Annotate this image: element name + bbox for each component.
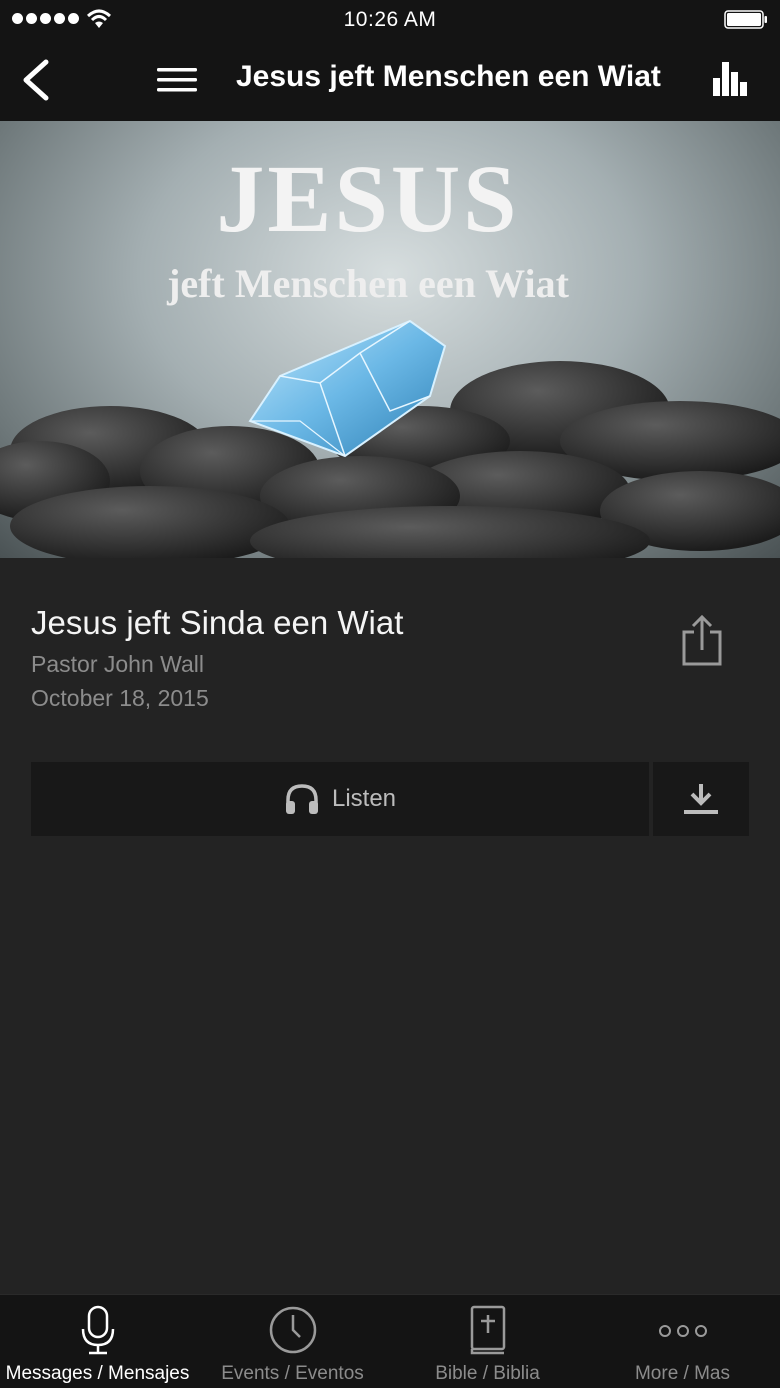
- status-bar: 10:26 AM: [0, 0, 780, 40]
- hero-title-text: JESUS: [216, 145, 519, 252]
- tab-label: Bible / Biblia: [435, 1363, 540, 1384]
- bible-icon: [470, 1305, 505, 1355]
- tab-label: Messages / Mensajes: [5, 1363, 190, 1384]
- headphones-icon: [285, 784, 318, 814]
- message-date: October 18, 2015: [31, 685, 209, 711]
- message-speaker: Pastor John Wall: [31, 651, 204, 677]
- status-time: 10:26 AM: [343, 8, 437, 31]
- page-title: Jesus jeft Menschen een Wiat: [236, 60, 661, 93]
- tab-events[interactable]: Events / Eventos: [195, 1295, 390, 1388]
- tab-more[interactable]: More / Mas: [585, 1295, 780, 1388]
- share-button[interactable]: [676, 612, 728, 672]
- tab-label: More / Mas: [634, 1363, 731, 1384]
- more-icon: [658, 1325, 707, 1337]
- battery-icon: [724, 10, 767, 29]
- sermon-artwork: JESUS jeft Menschen een Wiat: [0, 121, 780, 558]
- tab-bar: Messages / Mensajes Events / Eventos Bib…: [0, 1294, 780, 1388]
- back-button[interactable]: [14, 56, 58, 104]
- hero-subtitle-text: jeft Menschen een Wiat: [166, 261, 569, 306]
- menu-button[interactable]: [152, 62, 202, 98]
- bar-chart-button[interactable]: [706, 58, 756, 100]
- tab-bible[interactable]: Bible / Biblia: [390, 1295, 585, 1388]
- tab-label: Events / Eventos: [221, 1363, 364, 1384]
- tab-messages[interactable]: Messages / Mensajes: [0, 1295, 195, 1388]
- navigation-bar: Jesus jeft Menschen een Wiat: [0, 40, 780, 121]
- download-icon: [684, 784, 718, 814]
- listen-label: Listen: [331, 785, 397, 812]
- listen-button[interactable]: Listen: [31, 762, 649, 836]
- download-button[interactable]: [653, 762, 749, 836]
- message-title: Jesus jeft Sinda een Wiat: [31, 604, 404, 641]
- clock-icon: [269, 1306, 316, 1354]
- microphone-icon: [81, 1305, 114, 1355]
